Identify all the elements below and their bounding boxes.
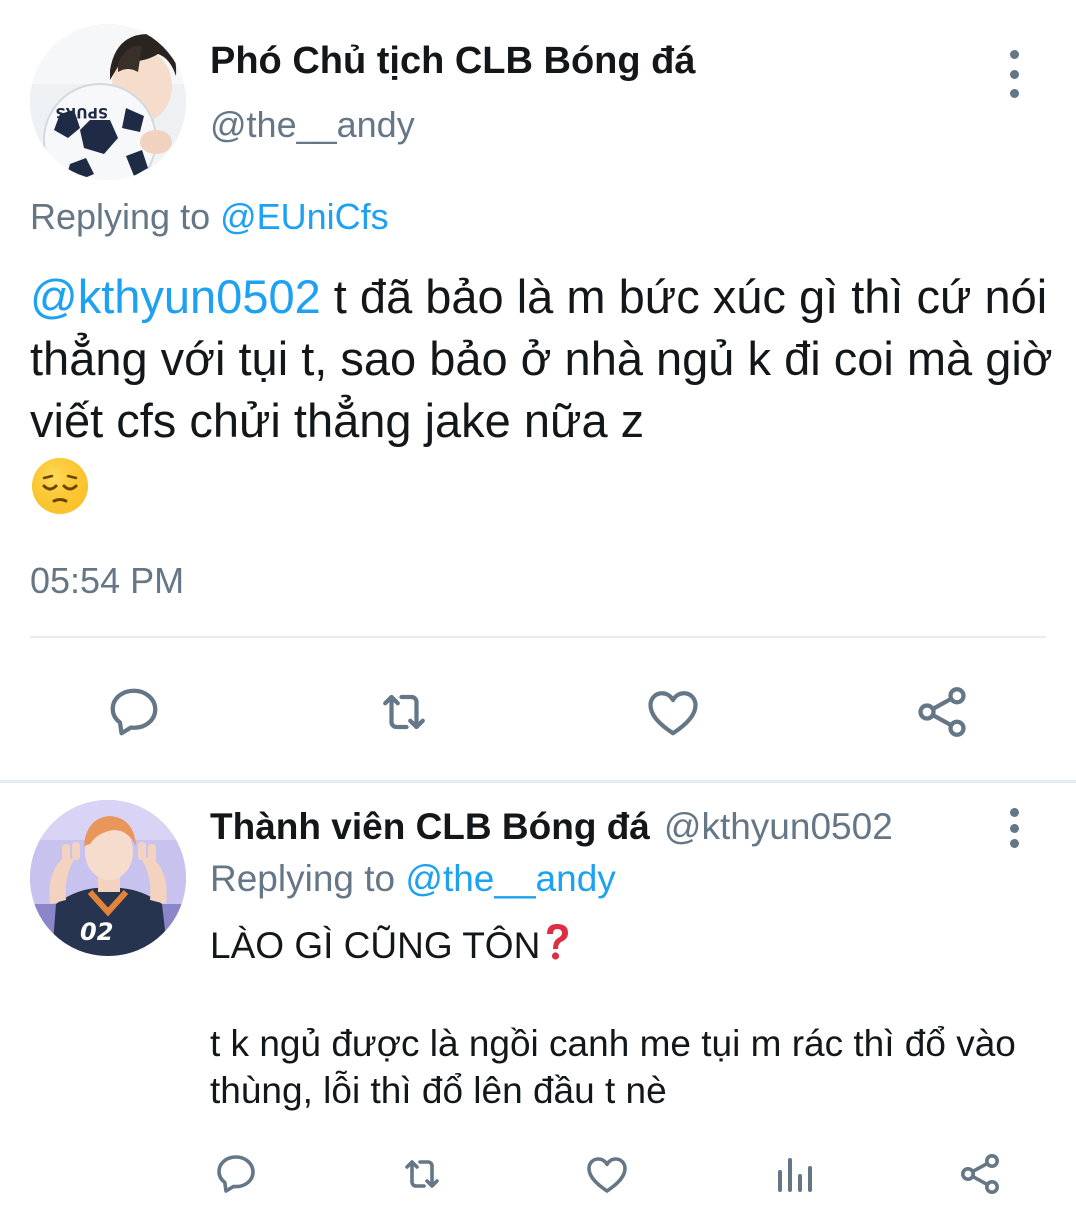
avatar-shirt-number: 02	[80, 918, 113, 946]
tweet-actions	[0, 1146, 1076, 1202]
timestamp[interactable]: 05:54 PM	[30, 560, 184, 602]
main-tweet: SPURS Phó Chủ tịch CLB Bóng đá @the__and…	[0, 0, 1076, 780]
replying-to: Replying to @EUniCfs	[30, 196, 389, 238]
user-handle[interactable]: @the__andy	[210, 104, 415, 146]
reply-icon[interactable]	[104, 682, 164, 742]
reply-header: Thành viên CLB Bóng đá @kthyun0502	[210, 806, 893, 848]
divider	[30, 636, 1046, 638]
avatar[interactable]: SPURS	[30, 24, 186, 180]
svg-text:SPURS: SPURS	[55, 104, 108, 120]
share-icon[interactable]	[912, 682, 972, 742]
user-handle[interactable]: @kthyun0502	[664, 806, 893, 847]
tweet-body-paragraph: t k ngủ được là ngồi canh me tụi m rác t…	[210, 1023, 1016, 1111]
more-options-icon[interactable]	[996, 50, 1032, 98]
replying-to-label: Replying to	[30, 196, 221, 237]
tweet-text: @kthyun0502 t đã bảo là m bức xúc gì thì…	[30, 266, 1060, 523]
display-name[interactable]: Thành viên CLB Bóng đá	[210, 806, 650, 847]
tweet-actions	[0, 676, 1076, 746]
like-icon[interactable]	[582, 1150, 632, 1198]
replying-to: Replying to @the__andy	[210, 858, 616, 900]
retweet-icon[interactable]	[398, 1150, 446, 1198]
mention-link[interactable]: @kthyun0502	[30, 270, 321, 323]
tweet-body-line1: LÀO GÌ CŨNG TÔN	[210, 925, 541, 966]
like-icon[interactable]	[642, 682, 704, 742]
thread-divider	[0, 780, 1076, 783]
display-name[interactable]: Phó Chủ tịch CLB Bóng đá	[210, 40, 696, 83]
pensive-face-icon	[30, 456, 90, 516]
replying-to-link[interactable]: @EUniCfs	[220, 196, 389, 237]
red-question-mark-icon	[542, 922, 572, 971]
replying-to-label: Replying to	[210, 858, 406, 899]
share-icon[interactable]	[956, 1150, 1004, 1198]
more-options-icon[interactable]	[996, 808, 1032, 848]
reply-icon[interactable]	[212, 1150, 260, 1198]
replying-to-link[interactable]: @the__andy	[405, 858, 615, 899]
avatar[interactable]: 02	[30, 800, 186, 956]
retweet-icon[interactable]	[374, 682, 434, 742]
tweet-text: LÀO GÌ CŨNG TÔN	[210, 922, 572, 971]
analytics-icon[interactable]	[770, 1150, 818, 1198]
